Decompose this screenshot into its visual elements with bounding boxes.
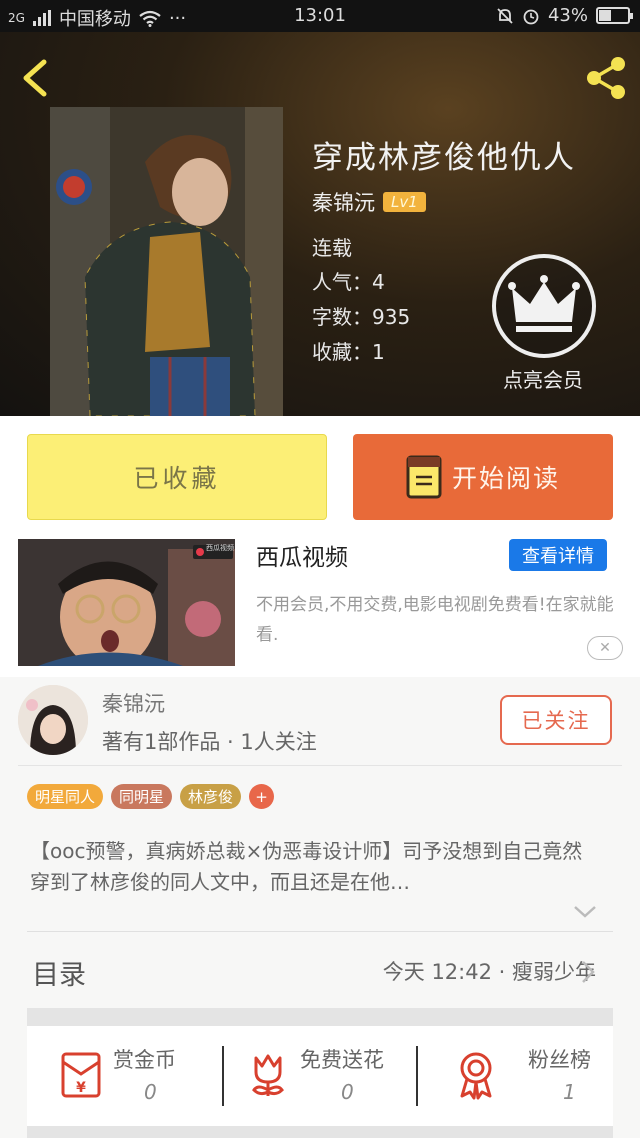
ad-image[interactable]: 西瓜视频 xyxy=(18,539,235,666)
fan-ranking-stat[interactable]: 粉丝榜 1 xyxy=(418,1026,613,1126)
serial-status: 连载 xyxy=(312,236,352,260)
tag-item[interactable]: 明星同人 xyxy=(27,784,104,809)
author-card-name[interactable]: 秦锦沅 xyxy=(102,688,165,718)
collected-label: 已收藏 xyxy=(133,464,221,493)
stats-bar: ¥ 赏金币 0 免费送花 0 粉丝榜 1 xyxy=(27,1026,613,1126)
toc-label[interactable]: 目录 xyxy=(32,953,86,992)
ad-description[interactable]: 不用会员,不用交费,电影电视剧免费看!在家就能看. xyxy=(256,590,616,650)
crown-icon xyxy=(508,275,580,332)
battery-percent: 43% xyxy=(547,5,588,26)
reward-coins-label: 赏金币 xyxy=(113,1048,176,1072)
red-envelope-icon: ¥ xyxy=(61,1052,101,1098)
mute-bell-icon xyxy=(497,7,513,24)
ad-details-label: 查看详情 xyxy=(522,546,594,567)
reward-coins-stat[interactable]: ¥ 赏金币 0 xyxy=(27,1026,222,1126)
tag-item[interactable]: 林彦俊 xyxy=(180,784,242,809)
tag-list: 明星同人 同明星 林彦俊 + xyxy=(27,784,275,809)
alarm-icon xyxy=(523,9,539,24)
send-flower-value: 0 xyxy=(341,1080,354,1104)
divider xyxy=(18,765,622,766)
book-icon xyxy=(406,455,442,499)
send-flower-stat[interactable]: 免费送花 0 xyxy=(224,1026,416,1126)
ad-details-button[interactable]: 查看详情 xyxy=(509,539,607,571)
svg-text:¥: ¥ xyxy=(76,1080,86,1096)
award-ribbon-icon xyxy=(460,1052,492,1100)
ad-image-watermark: 西瓜视频 xyxy=(206,544,234,552)
divider xyxy=(27,931,613,932)
close-icon: ✕ xyxy=(599,640,611,656)
back-arrow-icon[interactable] xyxy=(14,54,58,102)
tag-item[interactable]: 同明星 xyxy=(111,784,173,809)
toc-latest-chapter[interactable]: 今天 12:42 · 瘦弱少年 xyxy=(383,956,596,986)
favorites-count: 收藏：1 xyxy=(312,340,385,364)
flower-icon xyxy=(252,1054,284,1096)
book-title: 穿成林彦俊他仇人 xyxy=(312,140,576,176)
follow-button[interactable]: 已关注 xyxy=(500,695,612,745)
level-badge: Lv1 xyxy=(383,192,426,212)
author-name[interactable]: 秦锦沅 xyxy=(312,187,375,217)
clock: 13:01 xyxy=(294,5,346,26)
share-icon[interactable] xyxy=(580,52,632,104)
fan-ranking-value: 1 xyxy=(563,1080,576,1104)
author-row: 秦锦沅 Lv1 xyxy=(312,187,426,217)
vip-badge[interactable] xyxy=(492,254,596,358)
send-flower-label: 免费送花 xyxy=(300,1048,384,1072)
book-cover-image[interactable] xyxy=(50,107,283,416)
popularity-count: 人气：4 xyxy=(312,270,385,294)
chevron-right-icon[interactable] xyxy=(578,958,598,986)
battery-icon xyxy=(596,7,633,24)
word-count: 字数：935 xyxy=(312,305,411,329)
section-separator xyxy=(27,1008,613,1026)
collected-button[interactable]: 已收藏 xyxy=(27,434,327,520)
start-reading-label: 开始阅读 xyxy=(451,464,560,493)
ad-title[interactable]: 西瓜视频 xyxy=(256,538,348,572)
book-header: 穿成林彦俊他仇人 秦锦沅 Lv1 连载 人气：4 字数：935 收藏：1 点亮会… xyxy=(0,32,640,416)
author-card-summary: 著有1部作品 · 1人关注 xyxy=(102,730,317,754)
fan-ranking-label: 粉丝榜 xyxy=(528,1048,591,1072)
follow-label: 已关注 xyxy=(521,709,591,733)
add-tag-button[interactable]: + xyxy=(249,784,275,809)
status-bar: 2G 中国移动 ··· 13:01 43% xyxy=(0,0,640,32)
author-avatar[interactable] xyxy=(18,685,88,755)
section-separator xyxy=(27,1126,613,1138)
start-reading-button[interactable]: 开始阅读 xyxy=(353,434,613,520)
vip-label[interactable]: 点亮会员 xyxy=(503,364,583,393)
chevron-down-icon[interactable] xyxy=(572,902,598,922)
book-synopsis[interactable]: 【ooc预警，真病娇总裁×伪恶毒设计师】司予没想到自己竟然穿到了林彦俊的同人文中… xyxy=(30,836,602,898)
ad-close-button[interactable]: ✕ xyxy=(587,636,623,660)
reward-coins-value: 0 xyxy=(144,1080,157,1104)
